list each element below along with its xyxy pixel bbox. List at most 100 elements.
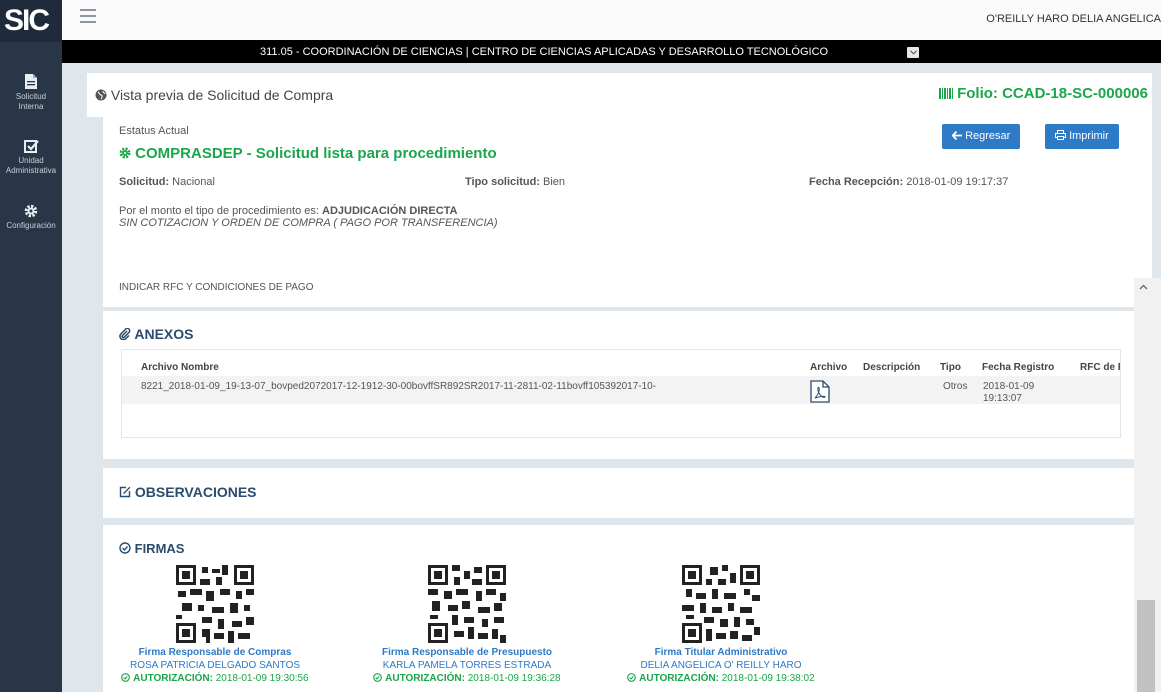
print-icon: [1055, 130, 1066, 140]
procedure-info: Por el monto el tipo de procedimiento es…: [119, 205, 498, 229]
authorization-label: AUTORIZACIÓN:: [133, 673, 213, 684]
org-unit-label: 311.05 - COORDINACIÓN DE CIENCIAS | CENT…: [260, 46, 829, 58]
solicitud-field: Solicitud: Nacional: [119, 176, 215, 188]
column-header[interactable]: Archivo: [810, 362, 847, 373]
monto-prefix: Por el monto el tipo de procedimiento es…: [119, 205, 319, 217]
paperclip-icon: [119, 327, 131, 341]
firmas-title-text: FIRMAS: [134, 541, 185, 556]
column-header[interactable]: RFC de Pr: [1080, 362, 1120, 373]
signature-authorization: AUTORIZACIÓN: 2018-01-09 19:36:28: [367, 673, 567, 684]
sidebar: SIC Solicitud Interna Unidad Administrat…: [0, 0, 62, 692]
signature-block: Firma Responsable de Presupuesto KARLA P…: [367, 565, 567, 684]
firmas-card: FIRMAS Firma Responsable de Compras ROSA…: [102, 525, 1152, 692]
authorization-date: 2018-01-09 19:30:56: [215, 673, 309, 684]
document-icon: [25, 74, 37, 89]
signature-block: Firma Titular Administrativo DELIA ANGEL…: [621, 565, 821, 684]
observaciones-title: OBSERVACIONES: [119, 484, 257, 500]
column-header[interactable]: Archivo Nombre: [141, 362, 219, 373]
sidebar-item-label: Solicitud: [15, 92, 47, 101]
solicitud-label: Solicitud:: [119, 176, 170, 188]
rfc-note: INDICAR RFC Y CONDICIONES DE PAGO: [119, 282, 314, 293]
signature-block: Firma Responsable de Compras ROSA PATRIC…: [115, 565, 315, 684]
gear-icon: [24, 204, 38, 218]
globe-icon: [95, 89, 107, 101]
check-circle-icon: [627, 673, 637, 682]
authorization-label: AUTORIZACIÓN:: [639, 673, 719, 684]
column-header[interactable]: Fecha Registro: [982, 362, 1054, 373]
signature-name: DELIA ANGELICA O' REILLY HARO: [640, 660, 802, 671]
rfc-note-card: INDICAR RFC Y CONDICIONES DE PAGO: [102, 272, 1152, 302]
check-circle-icon: [121, 673, 131, 682]
cog-icon: [119, 147, 131, 159]
status-label: Estatus Actual: [119, 125, 189, 137]
signature-role: Firma Titular Administrativo: [654, 647, 788, 658]
tipo-value: Bien: [543, 176, 566, 188]
sidebar-item-label: Unidad: [18, 156, 44, 165]
monto-type: ADJUDICACIÓN DIRECTA: [322, 205, 458, 217]
authorization-date: 2018-01-09 19:36:28: [467, 673, 561, 684]
page-title: Vista previa de Solicitud de Compra: [95, 87, 333, 103]
qr-code-icon: [176, 565, 254, 643]
signature-name: ROSA PATRICIA DELGADO SANTOS: [129, 660, 301, 671]
sidebar-item-label: Administrativa: [5, 166, 57, 175]
observaciones-card: OBSERVACIONES: [102, 468, 1152, 518]
folio-text: Folio: CCAD-18-SC-000006: [957, 85, 1148, 102]
status-title-text: COMPRASDEP - Solicitud lista para proced…: [135, 145, 497, 162]
tipo-label: Tipo solicitud:: [465, 176, 540, 188]
column-header[interactable]: Tipo: [940, 362, 961, 373]
signature-authorization: AUTORIZACIÓN: 2018-01-09 19:38:02: [621, 673, 821, 684]
authorization-label: AUTORIZACIÓN:: [385, 673, 465, 684]
sidebar-item-configuracion[interactable]: Configuración: [0, 204, 62, 231]
sidebar-item-solicitud-interna[interactable]: Solicitud Interna: [0, 74, 62, 112]
arrow-left-icon: [951, 130, 962, 141]
top-bar: O'REILLY HARO DELIA ANGELICA: [62, 0, 1161, 40]
sidebar-item-unidad-administrativa[interactable]: Unidad Administrativa: [0, 139, 62, 176]
signature-authorization: AUTORIZACIÓN: 2018-01-09 19:30:56: [115, 673, 315, 684]
barcode-icon: [938, 88, 953, 99]
sidebar-item-label: Configuración: [6, 221, 56, 230]
check-circle-icon: [119, 542, 131, 554]
anexos-title-text: ANEXOS: [134, 326, 194, 342]
pdf-file-icon[interactable]: [810, 380, 830, 403]
file-date: 2018-01-09: [983, 381, 1035, 392]
page-title-text: Vista previa de Solicitud de Compra: [110, 87, 334, 103]
anexos-card: ANEXOS Archivo Nombre Archivo Descripció…: [102, 311, 1152, 459]
sidebar-item-label: Interna: [18, 102, 44, 111]
user-name[interactable]: O'REILLY HARO DELIA ANGELICA: [986, 13, 1161, 25]
column-header[interactable]: Descripción: [863, 362, 920, 373]
back-button[interactable]: Regresar: [942, 124, 1021, 149]
preview-header: Vista previa de Solicitud de Compra Foli…: [87, 73, 1152, 117]
print-button[interactable]: Imprimir: [1045, 124, 1119, 149]
authorization-date: 2018-01-09 19:38:02: [721, 673, 815, 684]
fecha-value: 2018-01-09 19:17:37: [906, 176, 1009, 188]
chevron-down-icon: [909, 50, 917, 55]
org-bar: 311.05 - COORDINACIÓN DE CIENCIAS | CENT…: [62, 40, 1161, 63]
qr-code-icon: [428, 565, 506, 643]
check-circle-icon: [373, 673, 383, 682]
anexos-title: ANEXOS: [119, 326, 194, 342]
folio-number: Folio: CCAD-18-SC-000006: [938, 85, 1148, 102]
org-unit-dropdown[interactable]: [907, 47, 919, 58]
signature-role: Firma Responsable de Presupuesto: [381, 647, 553, 658]
app-logo[interactable]: SIC: [0, 0, 62, 42]
print-button-label: Imprimir: [1069, 130, 1109, 142]
status-title: COMPRASDEP - Solicitud lista para proced…: [119, 145, 497, 162]
qr-code-icon: [682, 565, 760, 643]
signature-name: KARLA PAMELA TORRES ESTRADA: [382, 660, 552, 671]
checkbox-icon: [23, 140, 39, 153]
firmas-title: FIRMAS: [119, 541, 184, 556]
file-time: 19:13:07: [983, 393, 1022, 404]
file-type: Otros: [943, 381, 968, 392]
menu-icon[interactable]: [80, 9, 96, 27]
main-content: Vista previa de Solicitud de Compra Foli…: [62, 63, 1161, 692]
file-name: 8221_2018-01-09_19-13-07_bovped2072017-1…: [141, 381, 657, 392]
fecha-label: Fecha Recepción:: [809, 176, 904, 188]
observaciones-title-text: OBSERVACIONES: [134, 484, 257, 500]
solicitud-value: Nacional: [172, 176, 215, 188]
scrollbar-thumb[interactable]: [1137, 600, 1155, 692]
fecha-recepcion-field: Fecha Recepción: 2018-01-09 19:17:37: [809, 176, 1008, 188]
chevron-up-icon[interactable]: [1139, 284, 1148, 290]
anexos-table: Archivo Nombre Archivo Descripción Tipo …: [121, 349, 1121, 438]
tipo-solicitud-field: Tipo solicitud: Bien: [465, 176, 565, 188]
monto-detail: SIN COTIZACION Y ORDEN DE COMPRA ( PAGO …: [119, 217, 498, 229]
